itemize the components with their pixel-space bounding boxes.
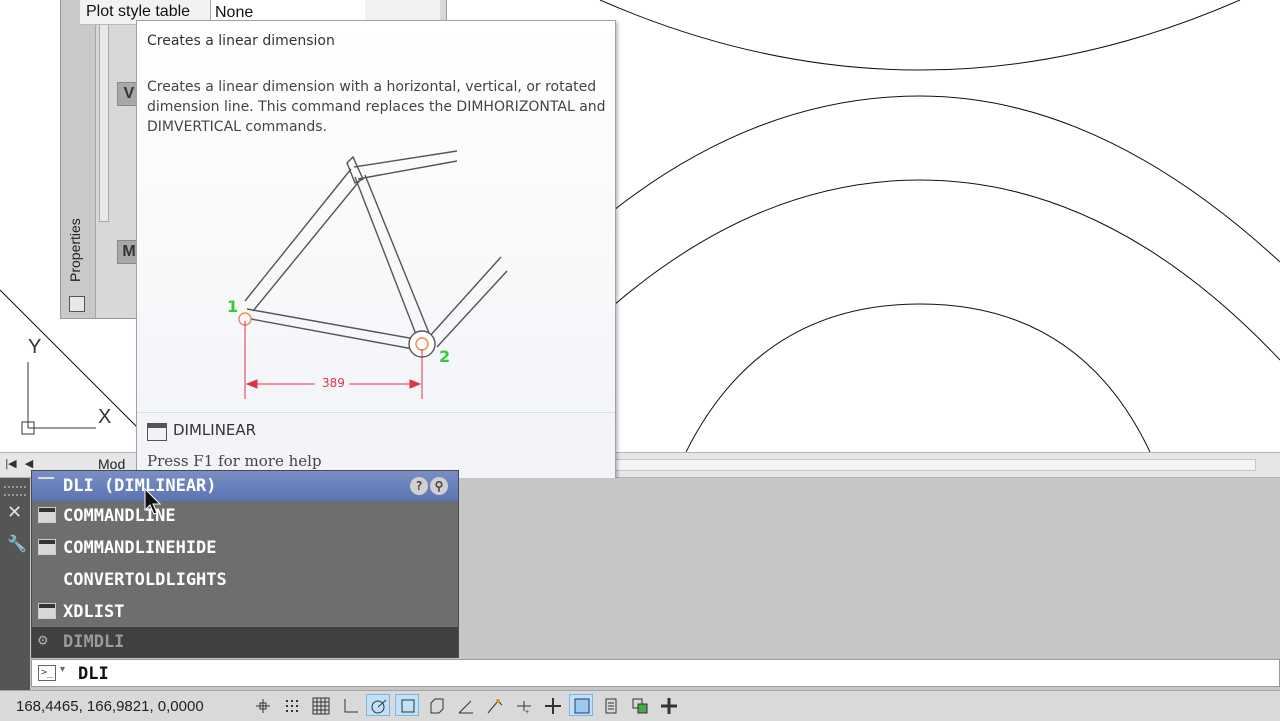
autocomplete-item-dli[interactable]: DLI (DIMLINEAR) ? ⚲ <box>32 471 458 501</box>
snap-mode-button[interactable] <box>279 694 303 716</box>
plot-style-label: Plot style table <box>86 3 191 20</box>
tooltip-command-name: DIMLINEAR <box>173 421 257 439</box>
tooltip-separator <box>137 412 615 413</box>
chevron-down-icon[interactable]: ▾ <box>60 664 65 675</box>
close-icon[interactable]: ✕ <box>7 502 22 523</box>
polar-tracking-button[interactable] <box>366 694 390 716</box>
properties-vertical-title: Properties <box>65 210 89 282</box>
autocomplete-list: DLI (DIMLINEAR) ? ⚲ COMMANDLINE COMMANDLI… <box>31 470 459 658</box>
autocomplete-item-label: DLI (DIMLINEAR) <box>63 476 217 496</box>
command-line[interactable]: >_ ▾ <box>31 659 1280 687</box>
transparency-button[interactable] <box>569 694 593 716</box>
annotation-monitor-button[interactable] <box>656 694 680 716</box>
gear-icon: ⚙ <box>38 630 48 649</box>
seat-tube <box>244 168 362 312</box>
status-bar: 168,4465, 166,9821, 0,0000 + <box>0 690 1280 721</box>
object-snap-button[interactable] <box>395 694 419 716</box>
down-tube <box>354 174 430 338</box>
autocomplete-item-label: DIMDLI <box>63 632 125 652</box>
dynamic-ucs-button[interactable] <box>482 694 506 716</box>
command-icon <box>147 423 167 441</box>
point1-label: 1 <box>227 297 239 316</box>
ucs-y-label: Y <box>28 336 42 358</box>
3d-osnap-button[interactable] <box>424 694 448 716</box>
lineweight-button[interactable] <box>540 694 564 716</box>
top-curve <box>599 0 1241 71</box>
command-tooltip: Creates a linear dimension Creates a lin… <box>136 20 616 482</box>
autocomplete-item-commandlinehide[interactable]: COMMANDLINEHIDE <box>32 533 458 563</box>
arrow-right <box>409 379 422 389</box>
commandline-icon <box>38 507 56 523</box>
autocomplete-item-commandline[interactable]: COMMANDLINE <box>32 501 458 531</box>
top-tube <box>353 150 458 180</box>
dimlinear-illustration <box>238 150 508 399</box>
coordinates-readout[interactable]: 168,4465, 166,9821, 0,0000 <box>16 698 204 715</box>
properties-scrollbar[interactable] <box>99 0 109 222</box>
grip-handle[interactable] <box>4 486 26 496</box>
tooltip-help-text: Press F1 for more help <box>147 452 322 470</box>
command-window-toolbar: ✕ 🔧 <box>0 478 30 690</box>
commandlinehide-icon <box>38 539 56 555</box>
rear-stay <box>428 256 508 348</box>
autocomplete-item-label: XDLIST <box>63 602 125 622</box>
chain-stay <box>246 308 416 350</box>
prev-tab-button[interactable]: ◀ <box>22 457 36 471</box>
dynamic-input-button[interactable]: + <box>511 694 535 716</box>
autocomplete-item-dimdli[interactable]: ⚙ DIMDLI <box>32 627 458 657</box>
properties-title-text: Properties <box>67 218 83 282</box>
wrench-icon[interactable]: 🔧 <box>7 534 27 554</box>
search-icon[interactable]: ⚲ <box>430 477 448 495</box>
ucs-x-label: X <box>98 406 112 428</box>
autocomplete-item-label: COMMANDLINEHIDE <box>63 538 217 558</box>
properties-icon[interactable] <box>69 296 85 312</box>
ortho-mode-button[interactable] <box>337 694 361 716</box>
infer-constraints-button[interactable] <box>250 694 274 716</box>
arc-middle <box>613 179 1280 361</box>
svg-text:+: + <box>525 709 529 715</box>
autocomplete-item-convertoldlights[interactable]: CONVERTOLDLIGHTS <box>32 565 458 595</box>
autocomplete-item-label: CONVERTOLDLIGHTS <box>63 570 227 590</box>
tooltip-description: Creates a linear dimension with a horizo… <box>147 79 606 135</box>
grid-display-button[interactable] <box>308 694 332 716</box>
horizontal-scrollbar[interactable] <box>614 459 1256 471</box>
command-input[interactable] <box>76 662 680 686</box>
arc-inner <box>685 303 1151 453</box>
selection-cycling-button[interactable] <box>627 694 651 716</box>
dimlinear-icon <box>38 477 54 493</box>
point2-label: 2 <box>439 347 451 366</box>
object-snap-tracking-button[interactable] <box>453 694 477 716</box>
help-icon[interactable]: ? <box>410 477 428 495</box>
autocomplete-item-xdlist[interactable]: XDLIST <box>32 597 458 627</box>
dimension-value: 389 <box>322 376 345 390</box>
first-tab-button[interactable]: |◀ <box>4 457 18 471</box>
autocomplete-buttons: ? ⚲ <box>408 475 452 495</box>
tooltip-title: Creates a linear dimension <box>147 33 335 49</box>
xdlist-icon <box>38 603 56 619</box>
command-prompt-icon[interactable]: >_ <box>38 665 56 681</box>
arc-outer <box>613 95 1280 263</box>
arrow-left <box>245 379 258 389</box>
mouse-cursor-icon <box>144 488 162 515</box>
quick-properties-button[interactable] <box>598 694 622 716</box>
